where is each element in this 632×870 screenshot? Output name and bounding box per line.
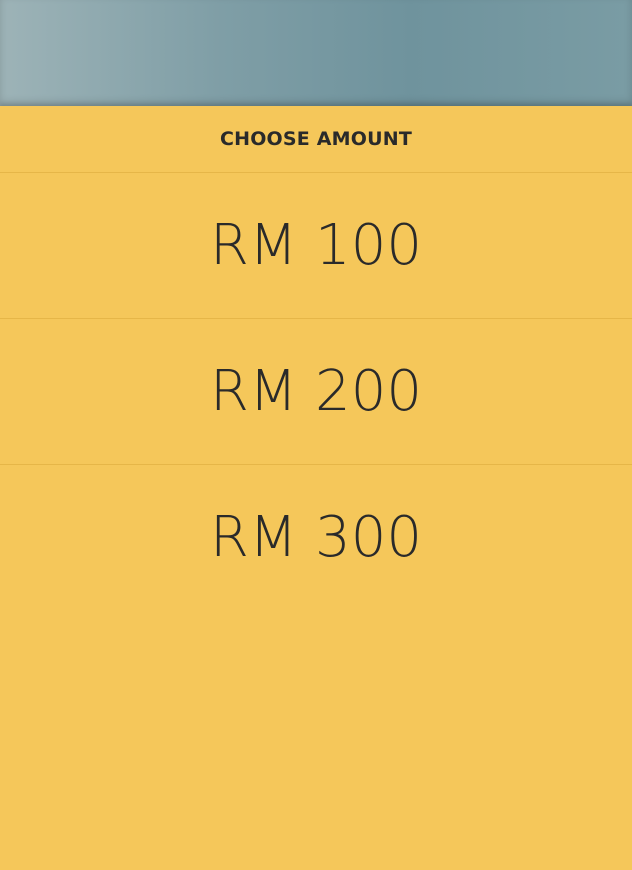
screen: CHOOSE AMOUNT RM 100 RM 200 RM 300	[0, 0, 632, 870]
amount-option-200[interactable]: RM 200	[0, 319, 632, 465]
sheet-header: CHOOSE AMOUNT	[0, 106, 632, 173]
amount-label: RM 100	[210, 213, 422, 278]
amount-option-300[interactable]: RM 300	[0, 465, 632, 610]
backdrop-overlay[interactable]	[0, 0, 632, 106]
amount-label: RM 200	[210, 359, 422, 424]
choose-amount-sheet: CHOOSE AMOUNT RM 100 RM 200 RM 300	[0, 106, 632, 870]
amount-option-100[interactable]: RM 100	[0, 173, 632, 319]
amount-label: RM 300	[210, 505, 422, 570]
sheet-title: CHOOSE AMOUNT	[219, 128, 413, 150]
